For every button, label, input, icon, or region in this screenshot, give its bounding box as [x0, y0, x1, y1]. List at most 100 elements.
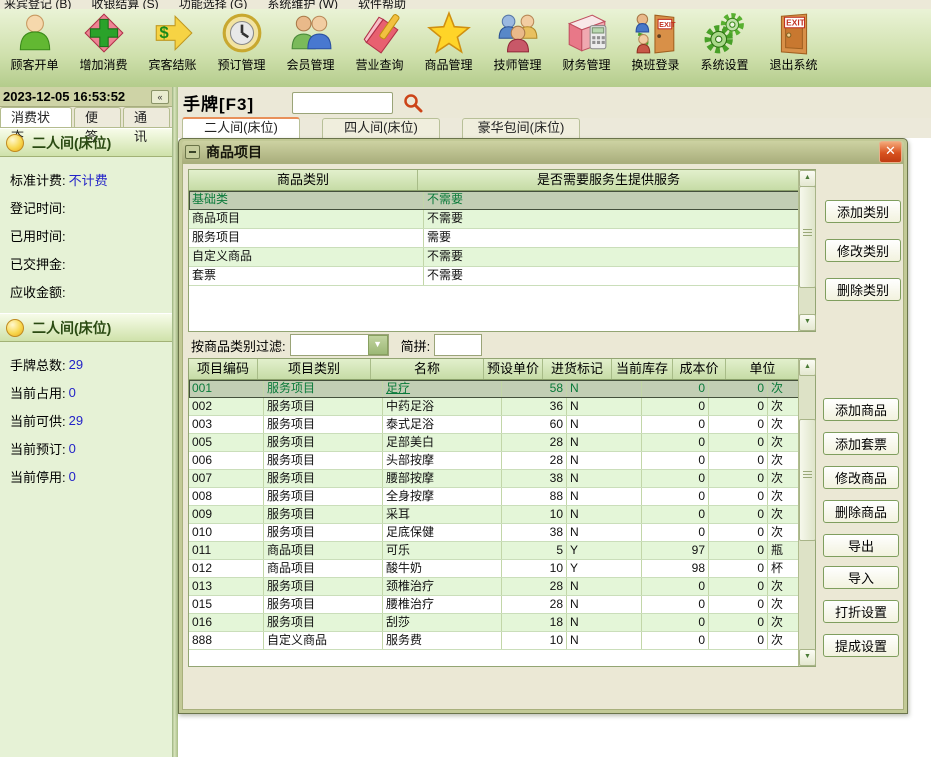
item-button-2[interactable]: 添加套票 [823, 432, 899, 455]
table-cell: 888 [189, 632, 264, 649]
item-button-5[interactable]: 导出 [823, 534, 899, 557]
table-row[interactable]: 基础类不需要 [189, 191, 799, 210]
toolbar-button-add-consumption[interactable]: 增加消费 [69, 9, 138, 85]
toolbar-button-reservation[interactable]: 预订管理 [207, 9, 276, 85]
table-cell: 28 [502, 452, 567, 469]
table-row[interactable]: 001服务项目足疗58N00次 [189, 380, 799, 398]
table-row[interactable]: 016服务项目刮莎18N00次 [189, 614, 799, 632]
toolbar-button-customer-open-bill[interactable]: 顾客开单 [0, 9, 69, 85]
category-button-2[interactable]: 修改类别 [825, 239, 901, 262]
table-row[interactable]: 012商品项目酸牛奶10Y980杯 [189, 560, 799, 578]
column-header: 成本价 [673, 359, 726, 379]
toolbar-button-business-query[interactable]: 营业查询 [345, 9, 414, 85]
room-tab-2[interactable]: 四人间(床位) [322, 118, 440, 138]
scrollbar-thumb[interactable] [799, 419, 816, 541]
table-row[interactable]: 008服务项目全身按摩88N00次 [189, 488, 799, 506]
table-header-row: 项目编码项目类别名称预设单价进货标记当前库存成本价单位 [189, 359, 799, 380]
column-header: 项目类别 [258, 359, 371, 379]
menu-item[interactable]: 收银结算 (S) [91, 0, 158, 9]
table-cell: 0 [709, 596, 768, 613]
sidebar-tab-2[interactable]: 便签 [74, 107, 121, 127]
items-table-panel: 项目编码项目类别名称预设单价进货标记当前库存成本价单位001服务项目足疗58N0… [188, 358, 816, 667]
table-row[interactable]: 007服务项目腰部按摩38N00次 [189, 470, 799, 488]
table-row[interactable]: 商品项目不需要 [189, 210, 799, 229]
table-cell: 杯 [768, 560, 799, 577]
dialog-system-icon [185, 145, 200, 159]
table-row[interactable]: 自定义商品不需要 [189, 248, 799, 267]
scroll-down-icon[interactable]: ▼ [799, 649, 816, 666]
toolbar-button-label: 增加消费 [79, 56, 127, 73]
toolbar-button-exit-system[interactable]: EXIT 退出系统 [759, 9, 828, 85]
toolbar-button-technician[interactable]: 技师管理 [483, 9, 552, 85]
sidebar-tab-1[interactable]: 消费状态 [0, 107, 72, 127]
menu-item[interactable]: 系统维护 (W) [267, 0, 338, 9]
room-tab-1[interactable]: 二人间(床位) [182, 117, 300, 138]
table-row[interactable]: 888自定义商品服务费10N00次 [189, 632, 799, 650]
table-cell: N [567, 416, 642, 433]
category-button-3[interactable]: 删除类别 [825, 278, 901, 301]
toolbar-button-finance[interactable]: 财务管理 [552, 9, 621, 85]
table-row[interactable]: 009服务项目采耳10N00次 [189, 506, 799, 524]
dialog-body: 商品类别是否需要服务生提供服务基础类不需要商品项目不需要服务项目需要自定义商品不… [182, 163, 904, 710]
table-row[interactable]: 010服务项目足底保健38N00次 [189, 524, 799, 542]
table-cell: 98 [642, 560, 709, 577]
table-row[interactable]: 005服务项目足部美白28N00次 [189, 434, 799, 452]
table-cell: 0 [709, 560, 768, 577]
category-button-1[interactable]: 添加类别 [825, 200, 901, 223]
category-filter-combobox[interactable]: ▼ [290, 334, 389, 356]
sidebar-tab-3[interactable]: 通讯 [123, 107, 170, 127]
table-cell: 套票 [189, 267, 424, 285]
dialog-titlebar[interactable]: 商品项目 ✕ [182, 141, 904, 163]
table-cell: 不需要 [424, 248, 799, 266]
table-cell: 商品项目 [264, 542, 383, 559]
toolbar-button-label: 系统设置 [700, 56, 748, 73]
menu-item[interactable]: 功能选择 (G) [179, 0, 248, 9]
item-button-3[interactable]: 修改商品 [823, 466, 899, 489]
table-row[interactable]: 003服务项目泰式足浴60N00次 [189, 416, 799, 434]
table-row[interactable]: 015服务项目腰椎治疗28N00次 [189, 596, 799, 614]
sidebar-field: 已交押金: [10, 249, 172, 277]
table-cell: 次 [768, 596, 799, 613]
jianpin-input[interactable] [434, 334, 482, 356]
item-button-7[interactable]: 打折设置 [823, 600, 899, 623]
toolbar-button-shift-login[interactable]: EXIT 换班登录 [621, 9, 690, 85]
handbrand-search-input[interactable] [292, 92, 393, 114]
chevron-down-icon[interactable]: ▼ [368, 335, 388, 355]
scroll-up-icon[interactable]: ▲ [799, 359, 816, 376]
item-button-1[interactable]: 添加商品 [823, 398, 899, 421]
table-row[interactable]: 013服务项目颈椎治疗28N00次 [189, 578, 799, 596]
toolbar-button-product[interactable]: 商品管理 [414, 9, 483, 85]
table-row[interactable]: 服务项目需要 [189, 229, 799, 248]
section-fields: 手牌总数:29当前占用:0当前可供:29当前预订:0当前停用:0 [0, 342, 172, 494]
toolbar-button-system-settings[interactable]: 系统设置 [690, 9, 759, 85]
scrollbar-thumb[interactable] [799, 186, 816, 288]
table-cell: 服务项目 [264, 524, 383, 541]
menu-item[interactable]: 来宾登记 (B) [4, 0, 71, 9]
item-button-4[interactable]: 删除商品 [823, 500, 899, 523]
table-row[interactable]: 006服务项目头部按摩28N00次 [189, 452, 799, 470]
table-row[interactable]: 002服务项目中药足浴36N00次 [189, 398, 799, 416]
room-tab-3[interactable]: 豪华包间(床位) [462, 118, 580, 138]
sidebar-collapse-button[interactable]: « [151, 90, 169, 104]
table-cell: 不需要 [424, 210, 799, 228]
magnifier-icon[interactable] [403, 93, 423, 113]
table-row[interactable]: 011商品项目可乐5Y970瓶 [189, 542, 799, 560]
table-row[interactable]: 套票不需要 [189, 267, 799, 286]
table-cell: 0 [642, 524, 709, 541]
scroll-down-icon[interactable]: ▼ [799, 314, 816, 331]
table-cell: 001 [189, 380, 264, 397]
close-icon[interactable]: ✕ [879, 141, 902, 163]
toolbar-button-guest-checkout[interactable]: $ 宾客结账 [138, 9, 207, 85]
table-cell: 0 [709, 506, 768, 523]
table-cell: 采耳 [383, 506, 502, 523]
toolbar-button-member[interactable]: 会员管理 [276, 9, 345, 85]
item-button-6[interactable]: 导入 [823, 566, 899, 589]
table-cell: 头部按摩 [383, 452, 502, 469]
scroll-up-icon[interactable]: ▲ [799, 170, 816, 187]
table-cell: 次 [768, 398, 799, 415]
table-cell: 005 [189, 434, 264, 451]
status-ball-icon [6, 134, 24, 152]
sidebar-field: 当前停用:0 [10, 462, 172, 490]
menu-item[interactable]: 软件帮助 [358, 0, 406, 9]
item-button-8[interactable]: 提成设置 [823, 634, 899, 657]
